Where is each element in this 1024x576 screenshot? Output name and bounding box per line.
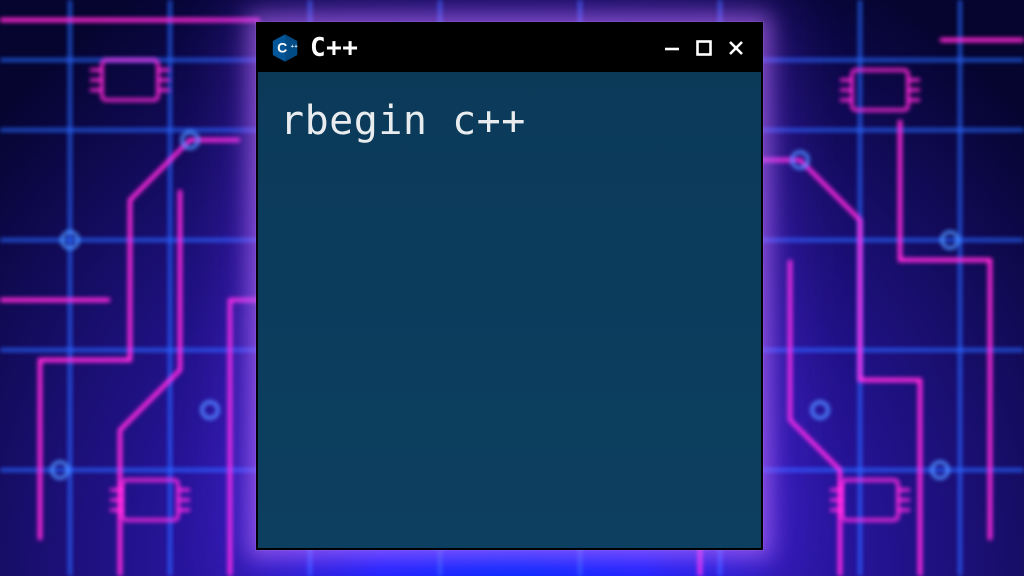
- terminal-text: rbegin c++: [280, 98, 739, 144]
- titlebar[interactable]: C + + C++: [258, 24, 761, 72]
- terminal-window: C + + C++ rbegin c++: [256, 22, 763, 550]
- cpp-logo-icon: C + +: [270, 33, 300, 63]
- window-title: C++: [310, 33, 358, 63]
- svg-text:C: C: [277, 40, 287, 56]
- svg-text:+: +: [294, 44, 298, 50]
- close-button[interactable]: [723, 35, 749, 61]
- maximize-button[interactable]: [691, 35, 717, 61]
- terminal-client-area[interactable]: rbegin c++: [258, 72, 761, 548]
- minimize-button[interactable]: [659, 35, 685, 61]
